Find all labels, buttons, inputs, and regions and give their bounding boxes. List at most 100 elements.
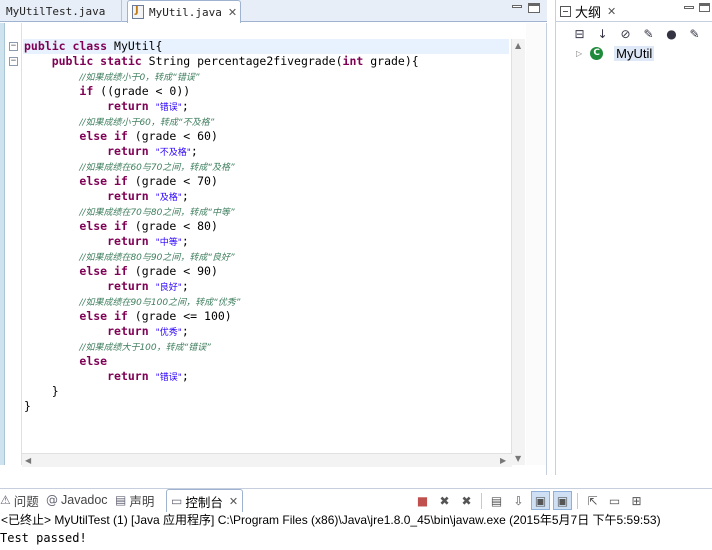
code-line[interactable]: else if (grade < 80) (24, 219, 419, 234)
code-token: return (107, 279, 156, 293)
collapse-method-icon[interactable]: − (9, 57, 18, 66)
code-line[interactable]: //如果成绩在90与100之间，转成“优秀” (24, 294, 419, 309)
code-token: else if (79, 264, 135, 278)
code-token: "中等" (155, 238, 182, 248)
code-line[interactable]: return "不及格"; (24, 144, 419, 159)
code-line[interactable]: return "错误"; (24, 99, 419, 114)
tab-label: 问题 (13, 494, 39, 509)
tab-label: MyUtil.java (149, 5, 222, 19)
expand-icon[interactable]: ▷ (576, 49, 582, 58)
tab-label: Javadoc (61, 493, 108, 507)
code-token: ; (181, 324, 189, 338)
code-token: else if (79, 129, 135, 143)
scroll-left-icon[interactable]: ◀ (25, 456, 31, 465)
maximize-icon[interactable] (528, 3, 540, 13)
hide-nonpublic-icon[interactable]: ● (662, 24, 681, 43)
scroll-right-icon[interactable]: ▶ (500, 456, 506, 465)
outline-item-myutil[interactable]: MyUtil (614, 45, 655, 61)
sort-az-icon[interactable]: ↓ (593, 24, 612, 43)
code-line[interactable]: //如果成绩大于100，转成“错误” (24, 339, 419, 354)
code-line[interactable]: else if (grade <= 100) (24, 309, 419, 324)
code-line[interactable]: else (24, 354, 419, 369)
code-line[interactable]: //如果成绩在60与70之间，转成“及格” (24, 159, 419, 174)
pin-console-icon[interactable]: ⇱ (583, 491, 602, 510)
tab-myutiltest-java[interactable]: MyUtilTest.java (0, 0, 122, 22)
code-line[interactable]: return "良好"; (24, 279, 419, 294)
console-output[interactable]: Test passed! (0, 530, 87, 546)
collapse-all-icon[interactable]: ⊟ (570, 24, 589, 43)
tab-console[interactable]: ▭ 控制台 ✕ (166, 489, 244, 512)
remove-launch-icon[interactable]: ✖ (435, 491, 454, 510)
code-line[interactable]: return "及格"; (24, 189, 419, 204)
code-token: ; (190, 144, 198, 158)
maximize-icon[interactable] (699, 3, 710, 12)
close-console-icon[interactable]: ✕ (229, 495, 238, 508)
outline-tree: ▷ C MyUtil (576, 44, 655, 62)
show-on-stderr-icon[interactable]: ▣ (553, 491, 572, 510)
scroll-down-icon[interactable]: ▼ (515, 454, 521, 463)
outline-toolbar: ⊟ ↓ ⊘ ✎ ● ✎ ▽ (570, 24, 712, 44)
close-outline-icon[interactable]: ✕ (607, 5, 616, 18)
code-token: "不及格" (155, 148, 191, 158)
tab-outline[interactable]: 大纲 ✕ (560, 0, 616, 22)
open-console-icon[interactable]: ⊞ (627, 491, 646, 510)
tab-javadoc[interactable]: @ Javadoc (46, 489, 108, 511)
terminate-icon[interactable]: ■ (413, 491, 432, 510)
hide-static-icon[interactable]: ✎ (639, 24, 658, 43)
code-line[interactable]: return "错误"; (24, 369, 419, 384)
code-line[interactable]: return "优秀"; (24, 324, 419, 339)
code-token: (grade < 60) (134, 129, 218, 143)
code-line[interactable]: //如果成绩在70与80之间，转成“中等” (24, 204, 419, 219)
view-menu-icon[interactable]: ▽ (708, 24, 712, 43)
code-line[interactable]: } (24, 384, 419, 399)
scroll-lock-icon[interactable]: ⇩ (509, 491, 528, 510)
code-line[interactable]: else if (grade < 70) (24, 174, 419, 189)
editor-tab-bar: MyUtilTest.java MyUtil.java ✕ (0, 0, 547, 23)
tab-problems[interactable]: ⚠ 问题 (0, 489, 39, 511)
remove-all-terminated-icon[interactable]: ✖ (457, 491, 476, 510)
close-tab-icon[interactable]: ✕ (228, 6, 237, 19)
vertical-scrollbar[interactable]: ▲ ▼ (511, 39, 525, 465)
code-line[interactable]: public class MyUtil{ (24, 39, 419, 54)
code-token: return (107, 369, 156, 383)
code-token: //如果成绩在70与80之间，转成“中等” (79, 208, 235, 218)
display-selected-console-icon[interactable]: ▭ (605, 491, 624, 510)
collapse-class-icon[interactable]: − (9, 42, 18, 51)
code-line[interactable]: if ((grade < 0)) (24, 84, 419, 99)
code-token: else if (79, 174, 135, 188)
code-editor[interactable]: − − public class MyUtil{ public static S… (0, 23, 547, 475)
show-on-stdout-icon[interactable]: ▣ (531, 491, 550, 510)
code-line[interactable]: else if (grade < 90) (24, 264, 419, 279)
clear-console-icon[interactable]: ▤ (487, 491, 506, 510)
code-line[interactable]: return "中等"; (24, 234, 419, 249)
code-token: } (24, 384, 59, 398)
code-token: //如果成绩小于60，转成“不及格” (79, 118, 215, 128)
code-token: ; (181, 99, 189, 113)
code-line[interactable]: //如果成绩小于0，转成“错误” (24, 69, 419, 84)
outline-tab-label: 大纲 (575, 4, 602, 20)
toolbar-separator (481, 492, 482, 509)
horizontal-scrollbar[interactable]: ◀ ▶ (22, 453, 512, 467)
code-line[interactable]: else if (grade < 60) (24, 129, 419, 144)
tab-myutil-java[interactable]: MyUtil.java ✕ (127, 0, 241, 23)
scroll-up-icon[interactable]: ▲ (515, 41, 521, 50)
hide-local-types-icon[interactable]: ✎ (685, 24, 704, 43)
code-line[interactable]: public static String percentage2fivegrad… (24, 54, 419, 69)
minimize-icon[interactable] (512, 5, 522, 8)
minimize-icon[interactable] (684, 6, 694, 9)
hide-fields-icon[interactable]: ⊘ (616, 24, 635, 43)
code-token: "良好" (155, 283, 182, 293)
source-code[interactable]: public class MyUtil{ public static Strin… (24, 39, 419, 414)
tab-declaration[interactable]: ▤ 声明 (115, 489, 154, 511)
code-line[interactable]: //如果成绩在80与90之间，转成“良好” (24, 249, 419, 264)
code-line[interactable]: } (24, 399, 419, 414)
code-line[interactable]: //如果成绩小于60，转成“不及格” (24, 114, 419, 129)
